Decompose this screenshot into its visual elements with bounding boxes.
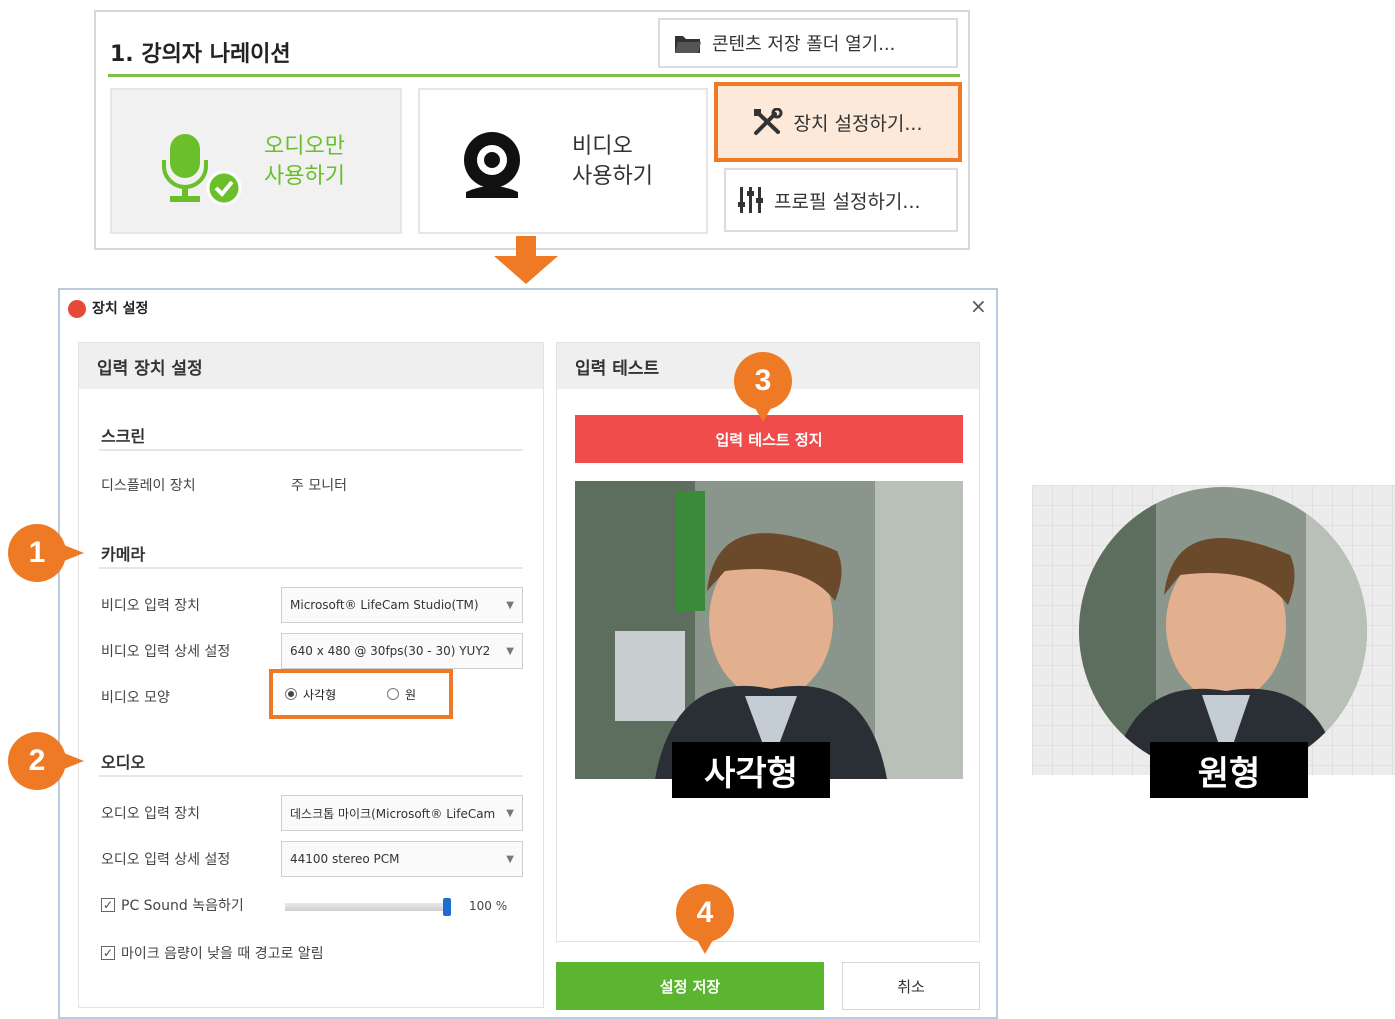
video-input-detail-label: 비디오 입력 상세 설정: [101, 644, 231, 660]
audio-input-device-label: 오디오 입력 장치: [101, 806, 201, 822]
callout-badge-4: 4: [676, 884, 734, 942]
circle-option-label: 원: [405, 687, 417, 702]
circle-caption: 원형: [1150, 742, 1308, 798]
callout-pointer-icon: [697, 940, 713, 954]
audio-heading: 오디오: [101, 753, 146, 772]
save-settings-button[interactable]: 설정 저장: [556, 962, 824, 1010]
square-option-label: 사각형: [303, 687, 337, 702]
folder-icon: [675, 36, 701, 53]
video-card[interactable]: 비디오 사용하기: [418, 88, 708, 234]
video-input-device-select[interactable]: Microsoft® LifeCam Studio(TM) ▼: [281, 587, 523, 623]
callout-badge-1: 1: [8, 524, 66, 582]
video-shape-options: 사각형 원: [269, 669, 453, 719]
chevron-down-icon: ▼: [506, 853, 514, 865]
pc-sound-volume: 100 %: [469, 899, 508, 913]
narration-panel: 1. 강의자 나레이션 콘텐츠 저장 폴더 열기... 오디오만 사용하기 비디…: [94, 10, 970, 250]
circle-person-photo: [1079, 487, 1367, 775]
dialog-title: 장치 설정: [92, 301, 149, 317]
audio-only-label-2: 사용하기: [264, 164, 345, 189]
stop-input-test-button[interactable]: 입력 테스트 정지: [575, 415, 963, 463]
divider: [108, 74, 960, 77]
close-icon[interactable]: ×: [970, 294, 987, 318]
divider: [99, 567, 523, 569]
video-label-1: 비디오: [572, 134, 633, 159]
section-title: 1. 강의자 나레이션: [110, 42, 291, 67]
display-device-label: 디스플레이 장치: [101, 478, 196, 494]
audio-input-detail-value: 44100 stereo PCM: [290, 852, 400, 866]
profile-settings-label: 프로필 설정하기...: [774, 190, 921, 213]
device-settings-button[interactable]: 장치 설정하기...: [714, 82, 962, 162]
chevron-down-icon: ▼: [506, 807, 514, 819]
input-test-panel: 입력 테스트 입력 테스트 정지: [556, 342, 980, 942]
video-input-device-value: Microsoft® LifeCam Studio(TM): [290, 598, 479, 612]
profile-settings-button[interactable]: 프로필 설정하기...: [724, 168, 958, 232]
callout-pointer-icon: [64, 545, 84, 561]
input-settings-panel: 입력 장치 설정 스크린 디스플레이 장치 주 모니터 카메라 비디오 입력 장…: [78, 342, 544, 1008]
cancel-button[interactable]: 취소: [842, 962, 980, 1010]
open-content-folder-button[interactable]: 콘텐츠 저장 폴더 열기...: [658, 18, 958, 68]
tools-icon: [754, 108, 783, 135]
video-input-device-label: 비디오 입력 장치: [101, 598, 201, 614]
audio-input-detail-select[interactable]: 44100 stereo PCM ▼: [281, 841, 523, 877]
arrow-down-icon: [494, 236, 558, 284]
square-caption: 사각형: [672, 742, 830, 798]
audio-input-device-select[interactable]: 데스크톱 마이크(Microsoft® LifeCam ▼: [281, 795, 523, 831]
audio-input-detail-label: 오디오 입력 상세 설정: [101, 852, 231, 868]
circle-preview-area: [1032, 485, 1395, 775]
pc-sound-row: ✓ PC Sound 녹음하기: [101, 895, 244, 915]
display-device-value: 주 모니터: [291, 478, 347, 494]
app-icon: [68, 300, 86, 318]
sliders-icon: [738, 187, 763, 213]
mic-warning-row: ✓ 마이크 음량이 낮을 때 경고로 알림: [101, 943, 324, 963]
pc-sound-slider-thumb[interactable]: [443, 898, 451, 916]
video-input-detail-value: 640 x 480 @ 30fps(30 - 30) YUY2: [290, 644, 491, 658]
callout-badge-3: 3: [734, 352, 792, 410]
callout-pointer-icon: [64, 753, 84, 769]
callout-badge-2: 2: [8, 732, 66, 790]
chevron-down-icon: ▼: [506, 645, 514, 657]
screen-heading: 스크린: [101, 427, 146, 446]
audio-only-label-1: 오디오만: [264, 134, 345, 159]
video-input-detail-select[interactable]: 640 x 480 @ 30fps(30 - 30) YUY2 ▼: [281, 633, 523, 669]
video-label-2: 사용하기: [572, 164, 653, 189]
audio-only-card[interactable]: 오디오만 사용하기: [110, 88, 402, 234]
open-folder-label: 콘텐츠 저장 폴더 열기...: [712, 34, 896, 55]
device-settings-dialog: 장치 설정 × 입력 장치 설정 스크린 디스플레이 장치 주 모니터 카메라 …: [58, 288, 998, 1019]
camera-preview: [575, 481, 963, 779]
person-photo: [575, 481, 963, 779]
audio-input-device-value: 데스크톱 마이크(Microsoft® LifeCam: [290, 806, 496, 821]
mic-warning-label: 마이크 음량이 낮을 때 경고로 알림: [121, 946, 324, 962]
chevron-down-icon: ▼: [506, 599, 514, 611]
divider: [99, 775, 523, 777]
square-radio[interactable]: [285, 688, 297, 700]
pc-sound-checkbox[interactable]: ✓: [101, 898, 115, 912]
microphone-check-icon: [162, 134, 242, 206]
input-settings-heading: 입력 장치 설정: [79, 343, 543, 389]
divider: [99, 449, 523, 451]
camera-heading: 카메라: [101, 545, 146, 564]
pc-sound-slider-track[interactable]: [285, 898, 451, 916]
callout-pointer-icon: [755, 408, 771, 422]
circle-radio[interactable]: [387, 688, 399, 700]
mic-warning-checkbox[interactable]: ✓: [101, 946, 115, 960]
webcam-icon: [464, 132, 520, 198]
pc-sound-label: PC Sound 녹음하기: [121, 898, 244, 914]
video-shape-label: 비디오 모양: [101, 690, 170, 706]
device-settings-label: 장치 설정하기...: [793, 112, 923, 135]
